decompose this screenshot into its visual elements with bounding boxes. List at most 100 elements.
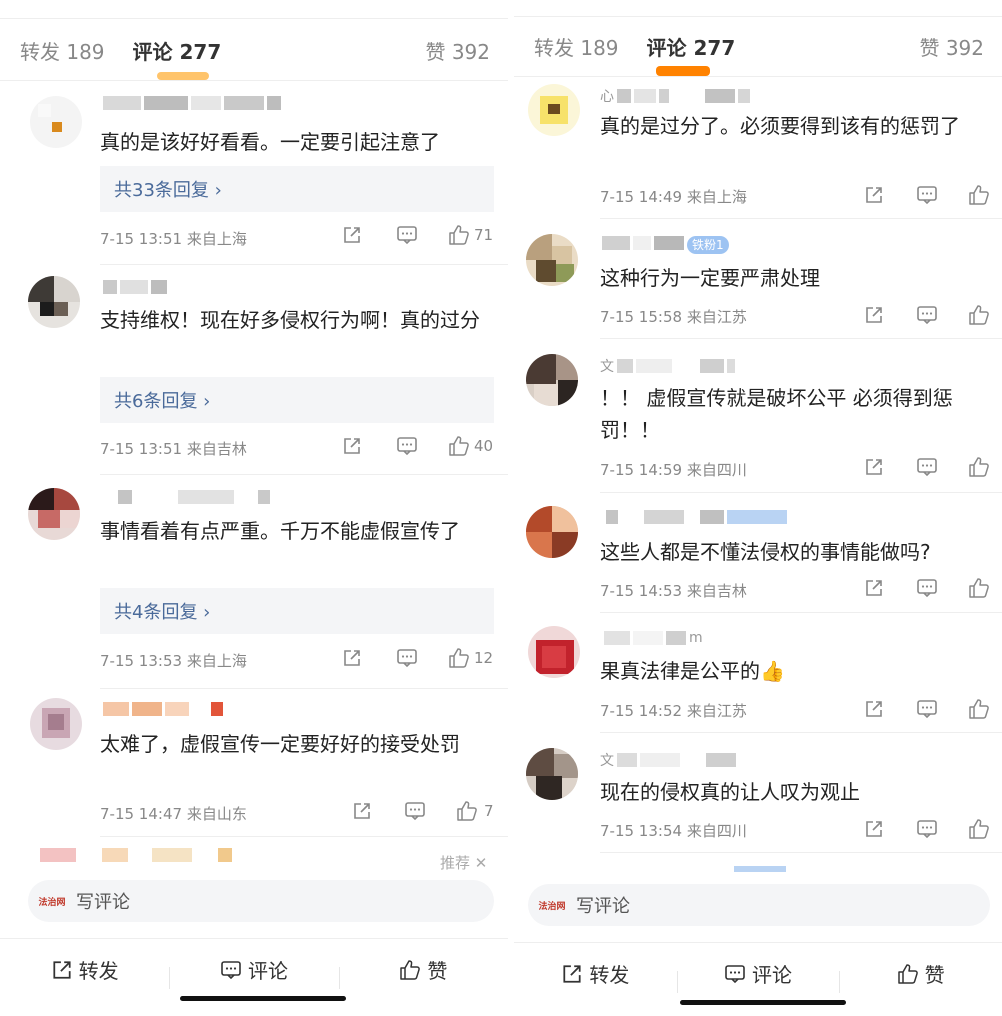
tab-repost[interactable]: 转发 189 bbox=[20, 36, 105, 65]
comment-composer[interactable]: 法治网 写评论 bbox=[528, 884, 990, 926]
username-blurred[interactable] bbox=[103, 702, 223, 718]
reply-count-link[interactable]: 共33条回复 › bbox=[100, 166, 494, 212]
comment-text: 事情看着有点严重。千万不能虚假宣传了 bbox=[100, 519, 460, 543]
share-icon[interactable] bbox=[864, 819, 884, 839]
repost-button[interactable]: 转发 bbox=[514, 959, 677, 988]
like-button[interactable]: 7 bbox=[456, 800, 494, 822]
comment-text: 真的是该好好看看。一定要引起注意了 bbox=[100, 130, 440, 154]
comment-composer[interactable]: 法治网 写评论 bbox=[28, 880, 494, 922]
username-blurred[interactable] bbox=[118, 490, 270, 506]
repost-label: 转发 bbox=[78, 959, 119, 983]
comment-icon bbox=[725, 964, 745, 983]
comment-button[interactable]: 评论 bbox=[169, 955, 338, 989]
username-blurred[interactable]: 心 bbox=[600, 88, 750, 105]
share-icon[interactable] bbox=[342, 648, 362, 668]
like-label: 赞 bbox=[427, 959, 448, 983]
avatar[interactable] bbox=[526, 506, 578, 558]
username-blurred[interactable] bbox=[103, 280, 167, 296]
comment-text: 这种行为一定要严肃处理 bbox=[600, 266, 820, 290]
bottom-action-bar: 转发 评论 赞 bbox=[514, 942, 1002, 1004]
username-blurred[interactable]: 铁粉1 bbox=[602, 236, 729, 254]
share-icon[interactable] bbox=[864, 305, 884, 325]
comment-icon[interactable] bbox=[396, 225, 418, 245]
reply-count-link[interactable]: 共4条回复 › bbox=[100, 588, 494, 634]
username-blurred[interactable]: m bbox=[604, 630, 703, 646]
comment-actions: 12 bbox=[342, 647, 493, 669]
share-icon[interactable] bbox=[864, 457, 884, 477]
next-comment-blurred bbox=[734, 866, 786, 882]
comment-icon[interactable] bbox=[916, 457, 938, 477]
tab-repost[interactable]: 转发 189 bbox=[534, 32, 619, 61]
tab-comments[interactable]: 评论 277 bbox=[647, 32, 736, 61]
username-blurred[interactable] bbox=[606, 510, 787, 526]
share-icon[interactable] bbox=[352, 801, 372, 821]
like-button[interactable] bbox=[968, 456, 990, 478]
username-blurred[interactable]: 文 bbox=[600, 752, 736, 769]
username-blurred[interactable] bbox=[103, 96, 281, 112]
comment-text: 真的是过分了。必须要得到该有的惩罚了 bbox=[600, 114, 960, 138]
comment-icon[interactable] bbox=[916, 819, 938, 839]
repost-button[interactable]: 转发 bbox=[0, 955, 169, 984]
like-button[interactable] bbox=[968, 818, 990, 840]
like-button[interactable]: 40 bbox=[448, 435, 493, 457]
like-count: 71 bbox=[474, 226, 494, 244]
active-tab-indicator bbox=[656, 66, 710, 76]
like-button[interactable]: 12 bbox=[448, 647, 493, 669]
comment-icon[interactable] bbox=[916, 185, 938, 205]
avatar[interactable] bbox=[526, 354, 578, 406]
thumbs-up-icon bbox=[449, 436, 469, 456]
avatar[interactable] bbox=[526, 234, 578, 286]
share-icon[interactable] bbox=[864, 699, 884, 719]
thumbs-up-icon bbox=[969, 699, 989, 719]
comment-icon[interactable] bbox=[396, 436, 418, 456]
avatar[interactable] bbox=[28, 276, 80, 328]
like-count: 40 bbox=[474, 437, 494, 455]
right-screenshot: 转发 189 评论 277 赞 392 心 真的是过分了。必须要得到该有的惩罚了… bbox=[514, 0, 1002, 1016]
thumbs-up-icon bbox=[969, 185, 989, 205]
comment-actions bbox=[864, 304, 990, 326]
like-count: 12 bbox=[474, 649, 494, 667]
username-blurred[interactable]: 文 bbox=[600, 358, 735, 375]
share-icon[interactable] bbox=[342, 225, 362, 245]
comment-icon[interactable] bbox=[396, 648, 418, 668]
share-icon[interactable] bbox=[864, 185, 884, 205]
tab-bar: 转发 189 评论 277 赞 392 bbox=[0, 20, 508, 80]
tab-bar: 转发 189 评论 277 赞 392 bbox=[514, 16, 1002, 76]
comment-text: 这些人都是不懂法侵权的事情能做吗? bbox=[600, 540, 931, 564]
share-icon[interactable] bbox=[342, 436, 362, 456]
like-button[interactable] bbox=[968, 304, 990, 326]
comment-icon[interactable] bbox=[404, 801, 426, 821]
comment-actions: 40 bbox=[342, 435, 493, 457]
comment-divider bbox=[100, 264, 508, 265]
share-icon[interactable] bbox=[864, 578, 884, 598]
like-button[interactable]: 71 bbox=[448, 224, 493, 246]
like-main-button[interactable]: 赞 bbox=[839, 959, 1002, 993]
like-button[interactable] bbox=[968, 184, 990, 206]
thumbs-up-icon bbox=[449, 648, 469, 668]
avatar[interactable] bbox=[30, 698, 82, 750]
comment-icon[interactable] bbox=[916, 578, 938, 598]
like-button[interactable] bbox=[968, 698, 990, 720]
tab-likes[interactable]: 赞 392 bbox=[425, 36, 490, 65]
comment-divider bbox=[100, 688, 508, 689]
tab-comments[interactable]: 评论 277 bbox=[133, 36, 222, 65]
avatar[interactable] bbox=[528, 84, 580, 136]
comment-text: 支持维权！现在好多侵权行为啊！真的过分 bbox=[100, 308, 480, 332]
comment-text: ！！ 虚假宣传就是破坏公平 必须得到惩罚！！ bbox=[600, 386, 953, 442]
like-main-button[interactable]: 赞 bbox=[338, 955, 508, 989]
comment-label: 评论 bbox=[247, 959, 288, 983]
share-icon bbox=[563, 964, 581, 983]
avatar[interactable] bbox=[28, 488, 80, 540]
comment-icon[interactable] bbox=[916, 305, 938, 325]
recommend-label[interactable]: 推荐 ✕ bbox=[440, 852, 487, 873]
comment-icon[interactable] bbox=[916, 699, 938, 719]
reply-count-link[interactable]: 共6条回复 › bbox=[100, 377, 494, 423]
publisher-logo: 法治网 bbox=[38, 897, 66, 908]
avatar[interactable] bbox=[526, 748, 578, 800]
avatar[interactable] bbox=[30, 96, 82, 148]
tab-likes[interactable]: 赞 392 bbox=[919, 32, 984, 61]
avatar[interactable] bbox=[528, 626, 580, 678]
comment-button[interactable]: 评论 bbox=[676, 959, 840, 993]
thumbs-up-icon bbox=[969, 305, 989, 325]
like-button[interactable] bbox=[968, 577, 990, 599]
